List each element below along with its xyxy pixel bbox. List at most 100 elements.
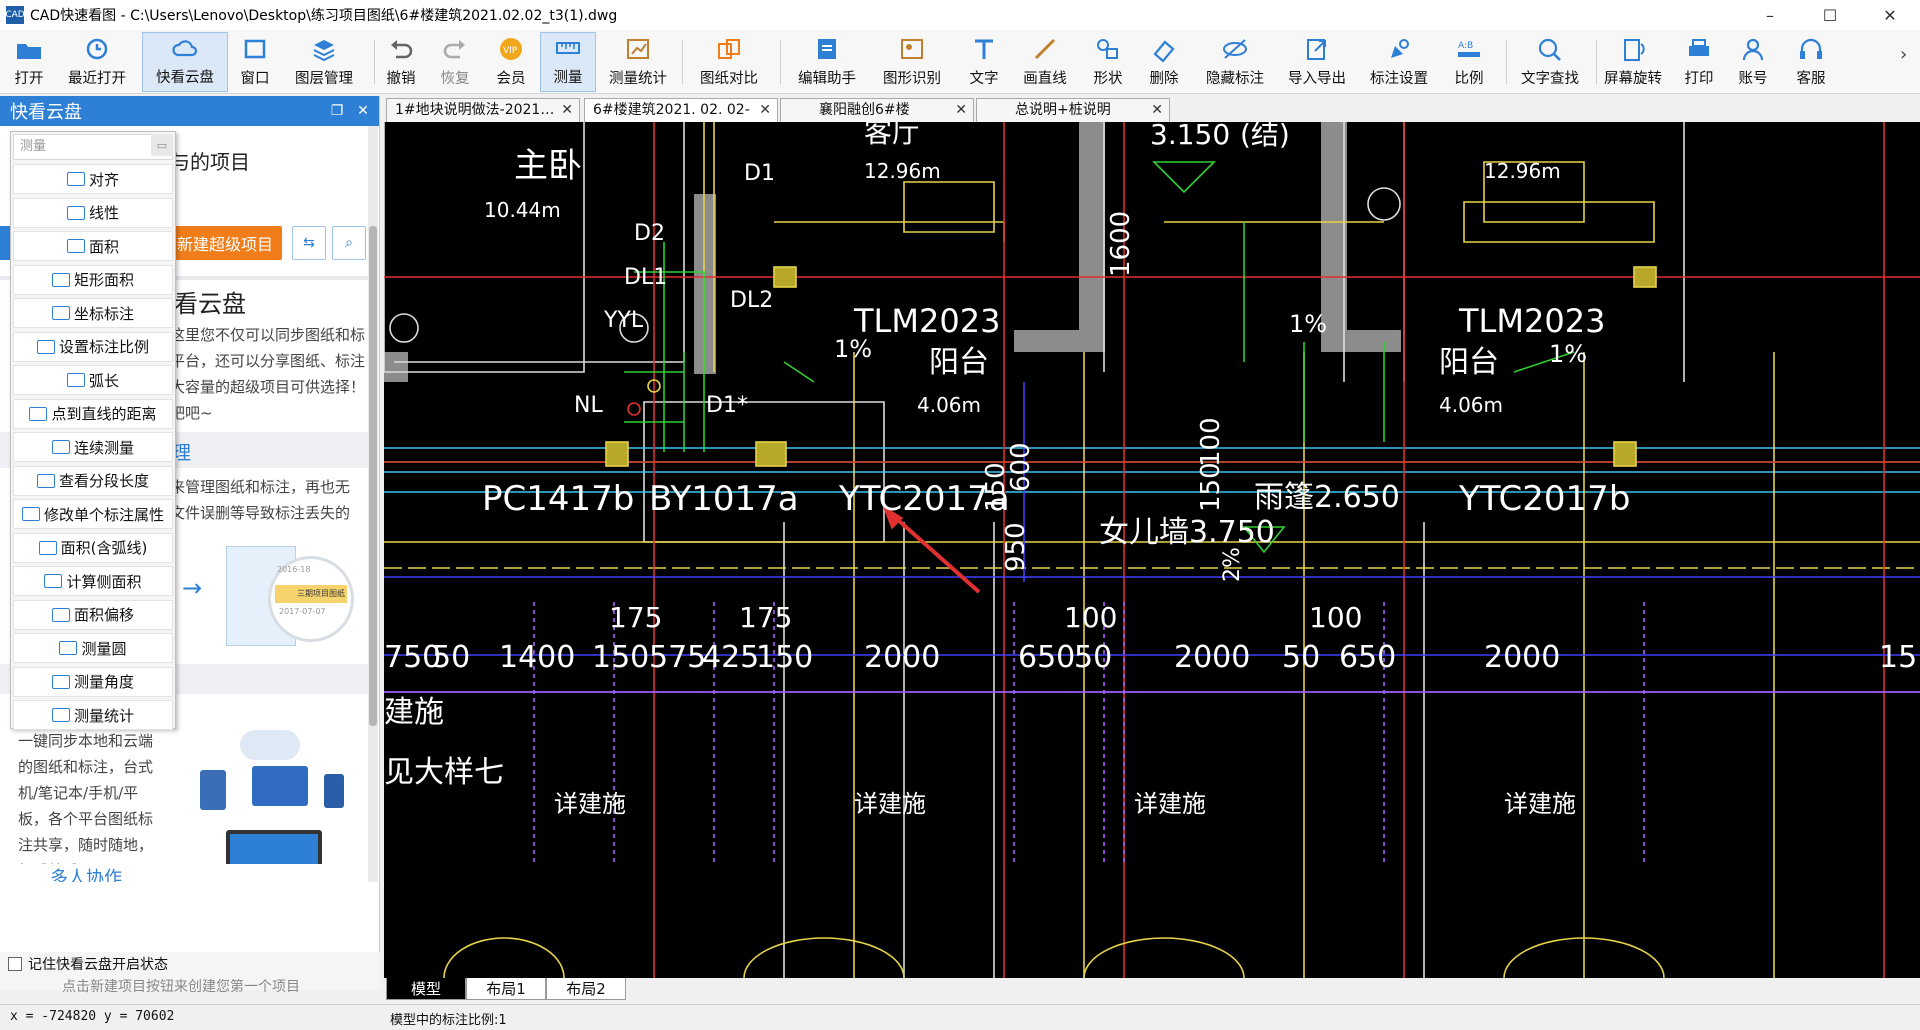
close-button[interactable]: ✕ [1860,0,1920,30]
toolbar-button-hide-annotation[interactable]: 隐藏标注 [1198,32,1272,92]
close-tab-icon[interactable]: ✕ [759,99,771,121]
toolbar-button-cloud[interactable]: 快看云盘 [142,32,228,92]
dim-vertical: 2% [1220,547,1245,582]
drawing-canvas[interactable]: 主卧 10.44m 客厅 12.96m 12.96m 3.150 (结) TLM… [384,122,1920,978]
intro-line: 吧吧~ [170,404,213,422]
toolbar-button-vip[interactable]: VIP 会员 [488,32,534,92]
close-icon[interactable]: ✕ [354,102,372,120]
dim: 650 [1339,640,1396,675]
document-tab[interactable]: 襄阳融创6#楼 ✕ [780,98,974,122]
remember-state-checkbox[interactable] [8,957,22,971]
dim-vertical: 100 [1196,417,1226,467]
dim-top: 100 [1064,601,1117,634]
measure-menu-item[interactable]: 坐标标注 [13,298,173,328]
toolbar-button-layers[interactable]: 图层管理 [290,32,358,92]
toolbar-button-folder-open[interactable]: 打开 [4,32,54,92]
toolbar-label: 打印 [1684,71,1714,87]
document-tab[interactable]: 1#地块说明做法-2021… ✕ [386,98,580,122]
text-search-icon [1535,35,1565,63]
measure-tool-icon [66,205,85,220]
sync-icon[interactable]: ⇆ [292,226,326,260]
document-tab[interactable]: 总说明+桩说明 ✕ [976,98,1170,122]
toolbar-button-rotate-screen[interactable]: 屏幕旋转 [1600,32,1666,92]
toolbar-button-annotation-settings[interactable]: 标注设置 [1362,32,1436,92]
measure-menu-item[interactable]: 弧长 [13,365,173,395]
toolbar-button-measure-stats[interactable]: 测量统计 [600,32,676,92]
close-tab-icon[interactable]: ✕ [561,99,573,121]
slope-label: 1% [1549,340,1587,368]
toolbar-button-headset[interactable]: 客服 [1786,32,1836,92]
arrow-right-icon: → [182,574,203,602]
measure-menu-item[interactable]: 连续测量 [13,432,173,462]
toolbar-button-eraser[interactable]: 删除 [1140,32,1188,92]
dim-top: 175 [609,601,662,634]
measure-menu-item[interactable]: 测量统计 [13,700,173,730]
document-tab[interactable]: 6#楼建筑2021. 02. 02- ✕ [584,98,778,122]
measure-menu-item[interactable]: 矩形面积 [13,264,173,295]
pipe-label: D1* [706,393,748,418]
toolbar-button-recent[interactable]: 最近打开 [66,32,128,92]
dim: 2000 [1174,640,1250,675]
toolbar-button-line[interactable]: 画直线 [1014,32,1076,92]
toolbar-button-window[interactable]: 窗口 [232,32,278,92]
layout-tab[interactable]: 模型 [386,978,466,1000]
measure-menu-item[interactable]: 设置标注比例 [13,331,173,362]
measure-menu-item[interactable]: 面积 [13,231,173,261]
dim-vertical: 150 [981,462,1011,512]
toolbar-button-compare[interactable]: 图纸对比 [688,32,770,92]
thumb-date: 2017-07-07 [279,607,326,616]
measure-menu-item[interactable]: 计算侧面积 [13,566,173,596]
room-area: 10.44m [484,198,561,222]
close-tab-icon[interactable]: ✕ [955,99,967,121]
toolbar-button-ruler[interactable]: 测量 [540,32,596,92]
toolbar-button-import-export[interactable]: 导入导出 [1282,32,1352,92]
measure-menu-item[interactable]: 修改单个标注属性 [13,499,173,529]
measure-tool-icon [51,272,70,287]
layout-tab[interactable]: 布局1 [466,978,546,1000]
new-super-project-button[interactable]: 新建超级项目 [168,226,282,260]
toolbar-button-redo[interactable]: 恢复 [434,32,476,92]
toolbar-button-account[interactable]: 账号 [1730,32,1776,92]
devices-illustration [200,730,350,882]
measure-menu-item[interactable]: 测量圆 [13,633,173,663]
toolbar-button-printer[interactable]: 打印 [1676,32,1722,92]
toolbar-label: 测量统计 [609,71,667,87]
search-icon[interactable]: ⌕ [332,226,366,260]
restore-icon[interactable]: ❐ [328,102,346,120]
shape-icon [1093,35,1123,63]
toolbar-button-scale[interactable]: A:B 比例 [1446,32,1492,92]
measure-menu-item[interactable]: 点到直线的距离 [13,398,173,429]
toolbar-button-text-search[interactable]: 文字查找 [1512,32,1588,92]
toolbar-button-edit-assistant[interactable]: 编辑助手 [786,32,868,92]
close-tab-icon[interactable]: ✕ [1151,99,1163,121]
search-icon[interactable]: ▭ [151,134,173,156]
measure-menu-label: 线性 [88,204,119,222]
side-note: 见大样七 [384,755,504,790]
scrollbar-thumb[interactable] [369,226,377,726]
layout-tabs: 模型 布局1 布局2 [384,978,1920,1002]
measure-tool-icon [59,641,78,655]
measure-search-input[interactable]: 测量 [13,134,173,160]
toolbar-button-undo[interactable]: 撤销 [380,32,422,92]
minimize-button[interactable]: – [1740,0,1800,30]
toolbar-more-icon[interactable]: › [1900,44,1907,65]
toolbar-button-shape[interactable]: 形状 [1084,32,1132,92]
measure-menu-item[interactable]: 测量角度 [13,666,173,697]
svg-text:VIP: VIP [503,46,518,56]
measure-menu-item[interactable]: 面积偏移 [13,599,173,630]
maximize-button[interactable]: ☐ [1800,0,1860,30]
measure-menu-item[interactable]: 线性 [13,197,173,228]
measure-menu-item[interactable]: 查看分段长度 [13,465,173,496]
measure-menu-item[interactable]: 对齐 [13,164,173,194]
toolbar-label: 文字 [969,71,999,87]
measure-menu-item[interactable]: 面积(含弧线) [13,532,173,563]
toolbar-label: 客服 [1796,71,1826,87]
layout-tab[interactable]: 布局2 [546,978,626,1000]
svg-text:A:B: A:B [1458,41,1473,51]
eraser-icon [1149,35,1179,63]
toolbar-label: 画直线 [1023,71,1067,87]
toolbar-button-text[interactable]: 文字 [962,32,1006,92]
toolbar-button-shape-recognize[interactable]: 图形识别 [876,32,948,92]
panel-scrollbar[interactable] [368,126,378,882]
thumb-caption: 三期项目图纸 [275,585,347,603]
